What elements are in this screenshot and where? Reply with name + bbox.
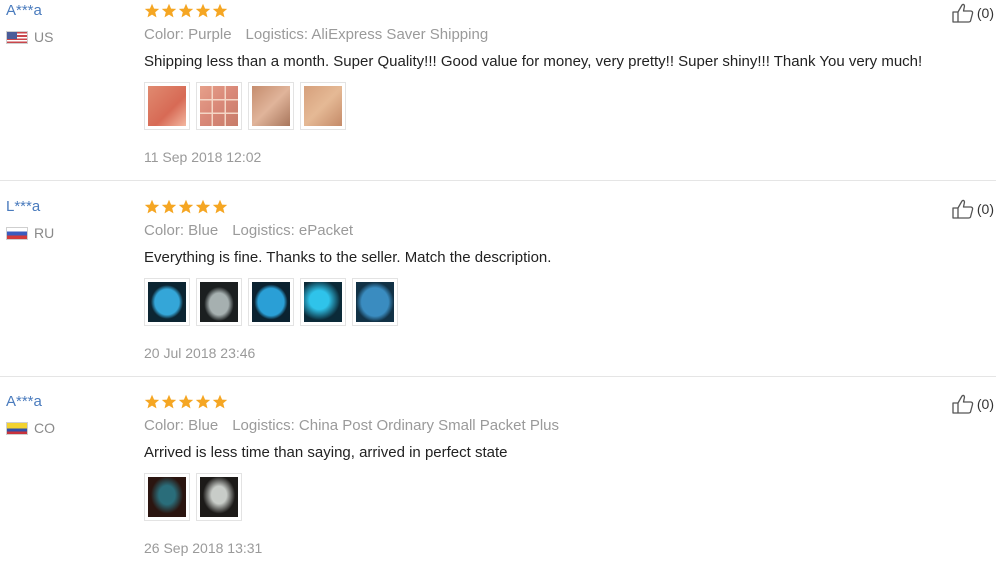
star-icon xyxy=(161,3,177,18)
reviewer-name[interactable]: L***a xyxy=(6,197,126,217)
review-photo-thumbnail[interactable] xyxy=(300,278,346,326)
review-photo-thumbnail[interactable] xyxy=(248,82,294,130)
reviewer-info: L***a RU xyxy=(6,196,126,241)
review-comment: Everything is fine. Thanks to the seller… xyxy=(144,249,552,266)
star-icon xyxy=(178,394,194,409)
star-icon xyxy=(161,199,177,214)
review-content: Color: Purple Logistics: AliExpress Saver… xyxy=(144,0,964,166)
color-option: Color: Purple xyxy=(144,26,232,43)
review-photo-thumbnail[interactable] xyxy=(352,278,398,326)
review-photo-thumbnail[interactable] xyxy=(144,82,190,130)
star-rating xyxy=(144,392,964,412)
star-icon xyxy=(195,199,211,214)
review-photos xyxy=(144,278,964,326)
review-photos xyxy=(144,473,964,521)
helpful-button[interactable]: (0) xyxy=(951,393,994,415)
thumbs-up-icon xyxy=(952,3,974,23)
review-meta: Color: Purple Logistics: AliExpress Saver… xyxy=(144,25,964,45)
review-photo-thumbnail[interactable] xyxy=(300,82,346,130)
helpful-count: (0) xyxy=(976,201,994,217)
star-icon xyxy=(212,3,228,18)
review-date: 20 Jul 2018 23:46 xyxy=(144,345,256,361)
reviewer-country: CO xyxy=(6,420,126,436)
country-code: RU xyxy=(34,225,55,241)
review-meta: Color: Blue Logistics: ePacket xyxy=(144,221,964,241)
review-photo-thumbnail[interactable] xyxy=(144,473,190,521)
thumbs-up-icon xyxy=(952,394,974,414)
logistics-option: Logistics: ePacket xyxy=(232,222,354,239)
us-flag-icon xyxy=(6,30,28,44)
star-rating xyxy=(144,197,964,217)
review-photo-thumbnail[interactable] xyxy=(144,278,190,326)
co-flag-icon xyxy=(6,421,28,435)
ru-flag-icon xyxy=(6,226,28,240)
review-photo-thumbnail[interactable] xyxy=(196,473,242,521)
review-item: A***a CO Color: Blue Logistics: China Pos… xyxy=(0,391,1000,567)
color-option: Color: Blue xyxy=(144,222,219,239)
review-date: 11 Sep 2018 12:02 xyxy=(144,149,262,165)
review-photo-thumbnail[interactable] xyxy=(196,82,242,130)
star-icon xyxy=(212,394,228,409)
country-code: CO xyxy=(34,420,55,436)
helpful-count: (0) xyxy=(976,5,994,21)
star-icon xyxy=(195,394,211,409)
reviewer-info: A***a US xyxy=(6,0,126,45)
color-option: Color: Blue xyxy=(144,417,219,434)
divider xyxy=(0,376,996,377)
review-date: 26 Sep 2018 13:31 xyxy=(144,540,263,556)
star-icon xyxy=(212,199,228,214)
review-comment: Arrived is less time than saying, arrive… xyxy=(144,444,508,461)
star-icon xyxy=(195,3,211,18)
review-content: Color: Blue Logistics: ePacket Everything… xyxy=(144,196,964,362)
helpful-button[interactable]: (0) xyxy=(951,198,994,220)
country-code: US xyxy=(34,29,54,45)
thumbs-up-icon xyxy=(952,199,974,219)
star-icon xyxy=(161,394,177,409)
logistics-option: Logistics: AliExpress Saver Shipping xyxy=(245,26,489,43)
reviewer-name[interactable]: A***a xyxy=(6,392,126,412)
divider xyxy=(0,180,996,181)
star-rating xyxy=(144,1,964,21)
review-photo-thumbnail[interactable] xyxy=(196,278,242,326)
review-photos xyxy=(144,82,964,130)
review-content: Color: Blue Logistics: China Post Ordinar… xyxy=(144,391,964,557)
star-icon xyxy=(178,199,194,214)
review-photo-thumbnail[interactable] xyxy=(248,278,294,326)
star-icon xyxy=(144,394,160,409)
helpful-count: (0) xyxy=(976,396,994,412)
star-icon xyxy=(144,199,160,214)
helpful-button[interactable]: (0) xyxy=(951,2,994,24)
reviewer-name[interactable]: A***a xyxy=(6,1,126,21)
star-icon xyxy=(144,3,160,18)
reviewer-country: US xyxy=(6,29,126,45)
review-meta: Color: Blue Logistics: China Post Ordinar… xyxy=(144,416,964,436)
review-item: L***a RU Color: Blue Logistics: ePacket E… xyxy=(0,196,1000,392)
review-item: A***a US Color: Purple Logistics: AliExpr… xyxy=(0,0,1000,196)
logistics-option: Logistics: China Post Ordinary Small Pac… xyxy=(232,417,560,434)
reviewer-country: RU xyxy=(6,225,126,241)
star-icon xyxy=(178,3,194,18)
review-comment: Shipping less than a month. Super Qualit… xyxy=(144,53,923,70)
reviewer-info: A***a CO xyxy=(6,391,126,436)
